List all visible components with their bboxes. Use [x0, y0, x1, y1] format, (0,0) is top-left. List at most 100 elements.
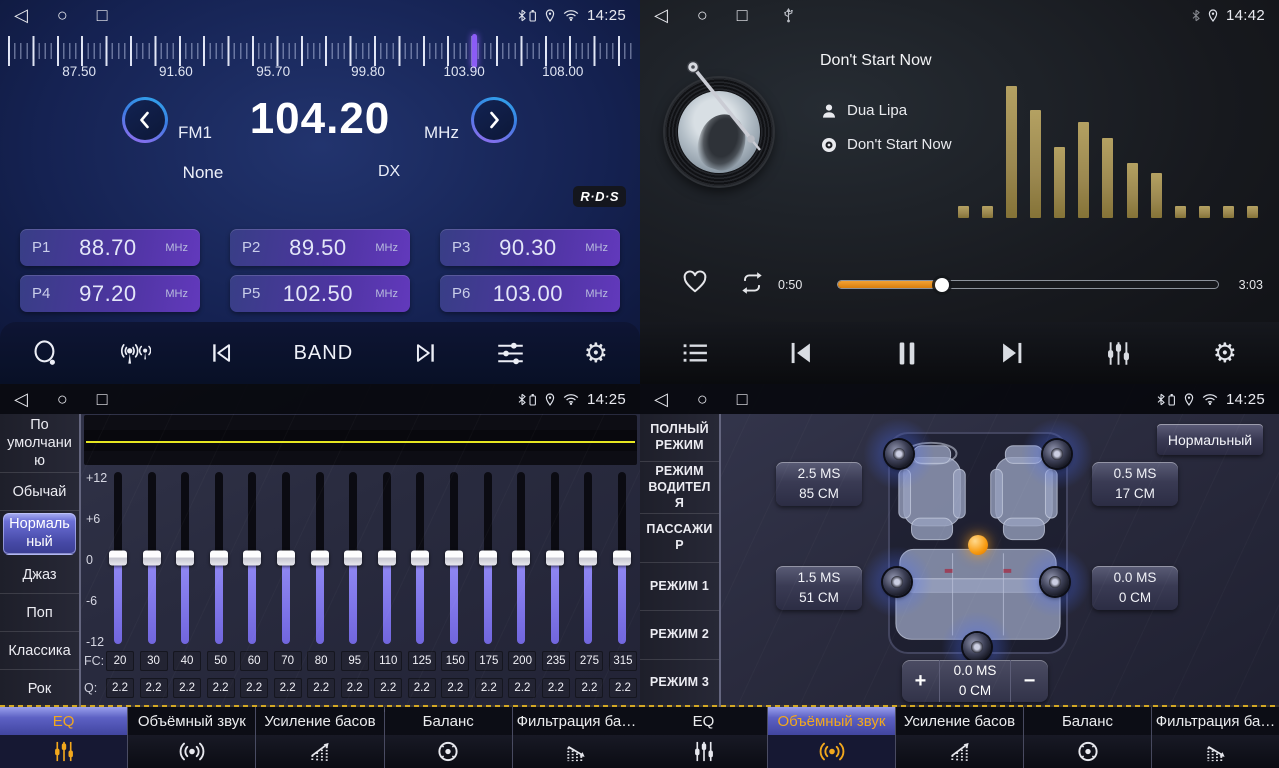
- radio-preset-p2[interactable]: P289.50MHz: [230, 229, 410, 266]
- eq-band-slider[interactable]: [339, 472, 367, 644]
- home-button[interactable]: ○: [697, 6, 708, 24]
- settings-gear-icon[interactable]: ⚙: [1213, 340, 1237, 367]
- home-button[interactable]: ○: [57, 6, 68, 24]
- eq-band-slider[interactable]: [373, 472, 401, 644]
- radio-preset-p1[interactable]: P188.70MHz: [20, 229, 200, 266]
- eq-band-slider[interactable]: [406, 472, 434, 644]
- eq-slider-thumb[interactable]: [344, 551, 362, 566]
- pause-icon[interactable]: [896, 340, 918, 367]
- surround-mode-item[interactable]: РЕЖИМ 3: [640, 660, 719, 707]
- eq-preset-item[interactable]: Рок: [0, 670, 79, 707]
- eq-slider-thumb[interactable]: [512, 551, 530, 566]
- tune-down-button[interactable]: [122, 97, 168, 143]
- rear-left-delay-button[interactable]: 1.5 MS 51 CM: [776, 566, 862, 610]
- eq-band-slider[interactable]: [608, 472, 636, 644]
- eq-preset-item[interactable]: Классика: [0, 632, 79, 670]
- recents-button[interactable]: □: [737, 390, 748, 408]
- eq-slider-thumb[interactable]: [613, 551, 631, 566]
- surround-mode-item[interactable]: ПОЛНЫЙ РЕЖИМ: [640, 414, 719, 462]
- radio-preset-p4[interactable]: P497.20MHz: [20, 275, 200, 312]
- tab-bass-boost[interactable]: Усиление басов: [256, 707, 384, 768]
- band-button[interactable]: BAND: [294, 342, 354, 365]
- favorite-heart-icon[interactable]: [682, 270, 708, 294]
- eq-band-slider[interactable]: [541, 472, 569, 644]
- seek-bar[interactable]: [838, 281, 1218, 288]
- seek-handle[interactable]: [935, 278, 949, 292]
- back-button[interactable]: ◁: [654, 390, 668, 408]
- eq-slider-thumb[interactable]: [546, 551, 564, 566]
- eq-slider-thumb[interactable]: [210, 551, 228, 566]
- tab-eq[interactable]: EQ: [640, 707, 768, 768]
- tab-eq[interactable]: EQ: [0, 707, 128, 768]
- eq-preset-item[interactable]: Обычай: [0, 473, 79, 511]
- tab-filter[interactable]: Фильтрация ба…: [513, 707, 640, 768]
- surround-mode-item[interactable]: РЕЖИМ 1: [640, 563, 719, 611]
- tuner-settings-icon[interactable]: [496, 340, 525, 367]
- eq-slider-thumb[interactable]: [445, 551, 463, 566]
- recents-button[interactable]: □: [97, 6, 108, 24]
- equalizer-icon[interactable]: [1105, 340, 1132, 367]
- eq-slider-thumb[interactable]: [311, 551, 329, 566]
- recents-button[interactable]: □: [97, 390, 108, 408]
- eq-slider-thumb[interactable]: [109, 551, 127, 566]
- surround-mode-item[interactable]: РЕЖИМ ВОДИТЕЛЯ: [640, 462, 719, 514]
- eq-slider-thumb[interactable]: [378, 551, 396, 566]
- playlist-icon[interactable]: [682, 342, 708, 364]
- eq-preset-item[interactable]: Нормальный: [3, 513, 76, 554]
- eq-slider-thumb[interactable]: [579, 551, 597, 566]
- eq-band-slider[interactable]: [171, 472, 199, 644]
- home-button[interactable]: ○: [697, 390, 708, 408]
- eq-band-slider[interactable]: [205, 472, 233, 644]
- eq-slider-thumb[interactable]: [243, 551, 261, 566]
- sound-profile-button[interactable]: Нормальный: [1157, 424, 1263, 455]
- eq-band-slider[interactable]: [306, 472, 334, 644]
- tab-surround[interactable]: Объёмный звук: [768, 707, 896, 768]
- back-button[interactable]: ◁: [14, 6, 28, 24]
- radio-preset-p6[interactable]: P6103.00MHz: [440, 275, 620, 312]
- broadcast-icon[interactable]: [118, 341, 151, 366]
- rear-right-delay-button[interactable]: 0.0 MS 0 CM: [1092, 566, 1178, 610]
- back-button[interactable]: ◁: [14, 390, 28, 408]
- home-button[interactable]: ○: [57, 390, 68, 408]
- next-station-icon[interactable]: [412, 340, 438, 366]
- previous-station-icon[interactable]: [209, 340, 235, 366]
- previous-track-icon[interactable]: [788, 339, 815, 367]
- eq-band-slider[interactable]: [440, 472, 468, 644]
- tuner-scale[interactable]: [8, 36, 632, 66]
- eq-band-slider[interactable]: [507, 472, 535, 644]
- eq-band-slider[interactable]: [272, 472, 300, 644]
- tab-filter[interactable]: Фильтрация ба…: [1152, 707, 1279, 768]
- eq-slider-thumb[interactable]: [143, 551, 161, 566]
- eq-band-slider[interactable]: [474, 472, 502, 644]
- eq-band-slider[interactable]: [574, 472, 602, 644]
- eq-slider-thumb[interactable]: [176, 551, 194, 566]
- settings-gear-icon[interactable]: ⚙: [584, 340, 608, 367]
- tab-balance[interactable]: Баланс: [385, 707, 513, 768]
- eq-band-slider[interactable]: [104, 472, 132, 644]
- surround-mode-item[interactable]: РЕЖИМ 2: [640, 611, 719, 659]
- surround-mode-item[interactable]: ПАССАЖИР: [640, 514, 719, 562]
- eq-slider-thumb[interactable]: [411, 551, 429, 566]
- delay-increase-button[interactable]: +: [902, 660, 939, 702]
- tab-surround[interactable]: Объёмный звук: [128, 707, 256, 768]
- eq-slider-thumb[interactable]: [479, 551, 497, 566]
- eq-preset-item[interactable]: По умолчанию: [0, 414, 79, 473]
- eq-preset-item[interactable]: Джаз: [0, 557, 79, 595]
- back-button[interactable]: ◁: [654, 6, 668, 24]
- recents-button[interactable]: □: [737, 6, 748, 24]
- front-left-delay-button[interactable]: 2.5 MS 85 CM: [776, 462, 862, 506]
- eq-band-slider[interactable]: [238, 472, 266, 644]
- eq-preset-item[interactable]: Поп: [0, 594, 79, 632]
- radio-preset-p5[interactable]: P5102.50MHz: [230, 275, 410, 312]
- eq-band-slider[interactable]: [138, 472, 166, 644]
- tune-up-button[interactable]: [471, 97, 517, 143]
- delay-decrease-button[interactable]: −: [1011, 660, 1048, 702]
- tab-balance[interactable]: Баланс: [1024, 707, 1152, 768]
- repeat-icon[interactable]: [738, 270, 766, 296]
- radio-preset-p3[interactable]: P390.30MHz: [440, 229, 620, 266]
- next-track-icon[interactable]: [998, 339, 1025, 367]
- front-right-delay-button[interactable]: 0.5 MS 17 CM: [1092, 462, 1178, 506]
- tuner-position-indicator[interactable]: [472, 34, 477, 68]
- scan-icon[interactable]: [32, 340, 59, 367]
- listener-position-handle[interactable]: [968, 535, 988, 555]
